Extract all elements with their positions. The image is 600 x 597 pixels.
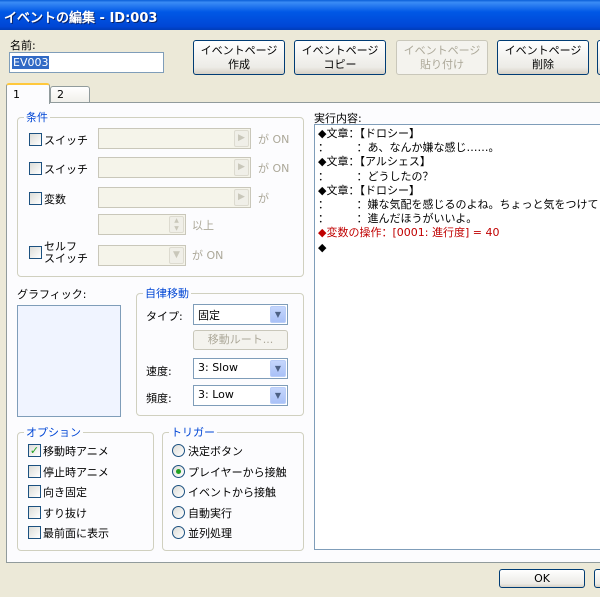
event-command-line[interactable]: ◆文章：【アルシェス】 — [318, 155, 600, 169]
create-page-label-1: イベントページ — [200, 43, 278, 57]
switch1-suffix: が ON — [258, 133, 290, 146]
chevron-right-icon: ▶ — [234, 159, 249, 176]
variable-select[interactable]: ▶ — [98, 187, 251, 208]
variable-label: 変数 — [44, 193, 66, 206]
switch2-suffix: が ON — [258, 162, 290, 175]
option-label: 移動時アニメ — [43, 445, 109, 458]
name-value: EV003 — [12, 56, 50, 69]
event-command-line[interactable]: ◆文章：【ドロシー】 — [318, 127, 600, 141]
type-select[interactable]: 固定 ▼ — [193, 304, 288, 325]
type-label: タイプ: — [146, 310, 183, 323]
trigger-radio[interactable] — [172, 444, 185, 457]
tab-page-2[interactable]: 2 — [50, 86, 90, 103]
event-command-line[interactable]: ： ：どうしたの？ — [318, 170, 600, 184]
switch2-checkbox[interactable] — [29, 162, 42, 175]
variable-value-spinner[interactable]: ▲ ▼ — [98, 214, 186, 235]
option-checkbox[interactable] — [28, 485, 41, 498]
switch1-select[interactable]: ▶ — [98, 128, 251, 149]
move-route-button[interactable]: 移動ルート... — [193, 330, 288, 350]
ok-label: OK — [534, 571, 550, 585]
type-value: 固定 — [198, 309, 220, 322]
self-switch-checkbox[interactable] — [29, 246, 42, 259]
event-command-list[interactable]: ◆文章：【ドロシー】： ：あ、なんか嫌な感じ……。 ◆文章：【アルシェス】： ：ど… — [314, 124, 600, 550]
event-command-line[interactable]: ◆変数の操作：[0001: 進行度] = 40 — [318, 226, 600, 240]
copy-page-button[interactable]: イベントページ コピー — [294, 40, 386, 75]
option-label: 最前面に表示 — [43, 527, 109, 540]
name-input[interactable]: EV003 — [9, 52, 164, 73]
conditions-title: 条件 — [24, 109, 50, 125]
options-title: オプション — [24, 424, 83, 440]
create-page-button[interactable]: イベントページ 作成 — [193, 40, 285, 75]
trigger-radio[interactable] — [172, 464, 185, 478]
paste-page-label-2: 貼り付け — [420, 57, 464, 71]
spinner-arrows-icon: ▲ ▼ — [169, 216, 184, 233]
variable-checkbox[interactable] — [29, 192, 42, 205]
radio-dot-icon — [176, 468, 181, 474]
chevron-down-icon: ▼ — [169, 247, 184, 264]
switch2-select[interactable]: ▶ — [98, 157, 251, 178]
event-command-line[interactable]: ： ：あ、なんか嫌な感じ……。 — [318, 141, 600, 155]
delete-page-label-1: イベントページ — [504, 43, 582, 57]
chevron-right-icon: ▶ — [234, 130, 249, 147]
trigger-label: 決定ボタン — [188, 445, 243, 458]
paste-page-button[interactable]: イベントページ 貼り付け — [396, 40, 488, 75]
event-command-line[interactable]: ◆ — [318, 241, 600, 255]
option-checkbox[interactable] — [28, 505, 41, 519]
trigger-label: イベントから接触 — [188, 486, 276, 499]
option-checkbox[interactable] — [28, 526, 41, 539]
cancel-button[interactable] — [594, 569, 600, 588]
option-checkbox[interactable] — [28, 464, 41, 478]
copy-page-label-1: イベントページ — [301, 43, 379, 57]
graphic-preview[interactable] — [17, 305, 121, 417]
title-bar[interactable]: イベントの編集 - ID:003 — [0, 0, 600, 30]
trigger-radio[interactable] — [172, 526, 185, 539]
variable-suffix2: 以上 — [192, 219, 214, 232]
speed-value: 3: Slow — [198, 361, 238, 374]
paste-page-label-1: イベントページ — [403, 43, 481, 57]
delete-page-label-2: 削除 — [532, 57, 554, 71]
graphic-label: グラフィック: — [17, 288, 87, 301]
chevron-down-icon: ▼ — [270, 387, 286, 404]
frequency-select[interactable]: 3: Low ▼ — [193, 385, 288, 406]
self-switch-label-2: スイッチ — [44, 252, 88, 265]
option-checkbox[interactable]: ✓ — [28, 444, 41, 457]
switch1-checkbox[interactable] — [29, 133, 42, 146]
option-label: 停止時アニメ — [43, 465, 109, 479]
create-page-label-2: 作成 — [228, 57, 250, 71]
trigger-radio[interactable] — [172, 505, 185, 519]
delete-page-button[interactable]: イベントページ 削除 — [497, 40, 589, 75]
event-command-line[interactable]: ： ：嫌な気配を感じるのよね。ちょっと気をつけて — [318, 198, 600, 212]
event-command-line[interactable]: ： ：進んだほうがいいよ。 — [318, 212, 600, 226]
trigger-title: トリガー — [169, 424, 217, 440]
move-route-label: 移動ルート... — [207, 333, 274, 346]
chevron-down-icon: ▼ — [270, 360, 286, 377]
trigger-radio[interactable] — [172, 485, 185, 498]
self-switch-select[interactable]: ▼ — [98, 245, 186, 266]
variable-suffix: が — [258, 192, 269, 205]
option-label: 向き固定 — [43, 486, 87, 499]
window-title: イベントの編集 - ID:003 — [4, 11, 158, 26]
copy-page-label-2: コピー — [323, 57, 357, 71]
speed-label: 速度: — [146, 365, 172, 378]
autonomous-title: 自律移動 — [143, 285, 191, 301]
trigger-label: プレイヤーから接触 — [188, 465, 287, 479]
frequency-value: 3: Low — [198, 388, 234, 401]
name-label: 名前: — [10, 39, 36, 52]
event-command-line[interactable]: ◆文章：【ドロシー】 — [318, 184, 600, 198]
trigger-label: 自動実行 — [188, 506, 232, 520]
ok-button[interactable]: OK — [499, 569, 585, 588]
trigger-label: 並列処理 — [188, 527, 232, 540]
option-label: すり抜け — [43, 506, 87, 520]
chevron-down-icon: ▼ — [270, 306, 286, 323]
tab-page-2-label: 2 — [57, 88, 64, 101]
tab-page-1[interactable]: 1 — [6, 83, 50, 104]
tab-page-1-label: 1 — [13, 88, 20, 101]
frequency-label: 頻度: — [146, 392, 172, 405]
self-switch-suffix: が ON — [192, 249, 224, 262]
self-switch-label: セルフ スイッチ — [44, 241, 88, 265]
switch1-label: スイッチ — [44, 134, 88, 147]
chevron-right-icon: ▶ — [234, 189, 249, 206]
speed-select[interactable]: 3: Slow ▼ — [193, 358, 288, 379]
switch2-label: スイッチ — [44, 163, 88, 176]
